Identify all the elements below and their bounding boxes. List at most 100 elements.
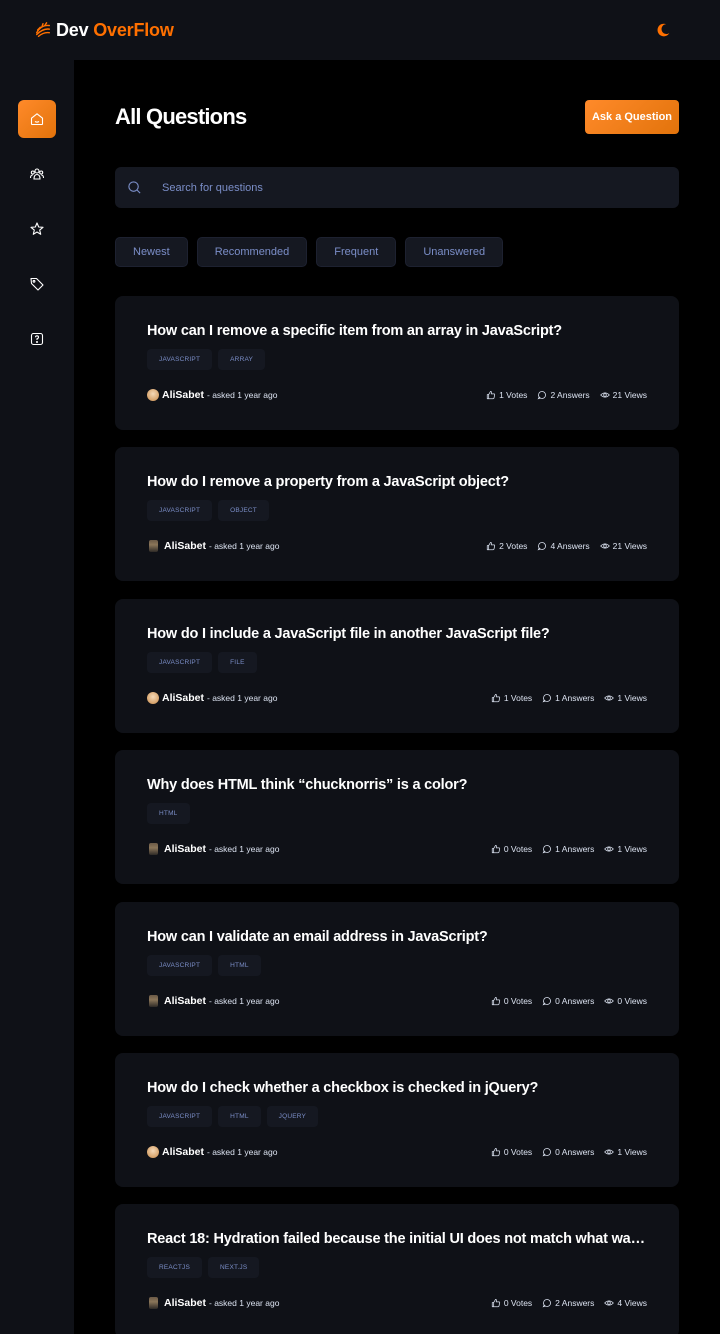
author-name[interactable]: AliSabet — [164, 995, 206, 1007]
author-name[interactable]: AliSabet — [164, 540, 206, 552]
author-name[interactable]: AliSabet — [162, 692, 204, 704]
tag-chip[interactable]: HTML — [218, 1105, 261, 1127]
ask-question-button[interactable]: Ask a Question — [585, 100, 679, 134]
question-title-link[interactable]: Why does HTML think “chucknorris” is a c… — [147, 777, 647, 793]
avatar[interactable] — [149, 843, 158, 856]
author-info: AliSabet - asked 1 year ago — [147, 994, 279, 1007]
page-title: All Questions — [115, 104, 247, 129]
author-info: AliSabet - asked 1 year ago — [147, 1145, 277, 1158]
sidebar-item-home[interactable] — [18, 100, 56, 138]
question-stats: 1 Votes 1 Answers 1 Views — [491, 693, 647, 703]
tag-chip[interactable]: JAVASCRIPT — [147, 651, 213, 673]
brand-link[interactable]: Dev OverFlow — [34, 20, 174, 41]
votes-count: 0 Votes — [503, 1298, 533, 1309]
views-stat: 21 Views — [599, 541, 647, 552]
tag-chip[interactable]: HTML — [218, 954, 261, 976]
votes-count: 2 Votes — [499, 541, 528, 552]
views-stat: 1 Views — [604, 1147, 647, 1157]
question-title-link[interactable]: React 18: Hydration failed because the i… — [147, 1231, 647, 1247]
votes-stat: 1 Votes — [491, 693, 532, 703]
tag-chip[interactable]: JAVASCRIPT — [147, 500, 213, 522]
top-navbar: Dev OverFlow — [0, 0, 720, 60]
eye-icon — [604, 1149, 615, 1155]
star-icon — [30, 222, 44, 235]
answers-count: 1 Answers — [555, 844, 595, 855]
tag-chip[interactable]: JQUERY — [266, 1105, 319, 1127]
tag-chip[interactable]: FILE — [218, 651, 257, 673]
message-icon — [542, 845, 552, 854]
views-count: 21 Views — [612, 541, 647, 552]
question-card: How do I remove a property from a JavaSc… — [115, 447, 679, 582]
moon-icon[interactable] — [654, 21, 672, 39]
tag-chip[interactable]: ARRAY — [218, 349, 266, 370]
sidebar-item-community[interactable] — [18, 155, 56, 193]
votes-count: 0 Votes — [503, 1146, 533, 1157]
avatar[interactable] — [147, 389, 159, 401]
asked-time: - asked 1 year ago — [209, 1298, 280, 1309]
avatar[interactable] — [147, 691, 159, 704]
question-title-link[interactable]: How can I remove a specific item from an… — [147, 323, 647, 339]
answers-stat: 4 Answers — [537, 541, 590, 552]
question-icon — [30, 332, 44, 346]
answers-count: 0 Answers — [555, 1146, 595, 1157]
question-card: How can I remove a specific item from an… — [115, 296, 679, 430]
votes-stat: 0 Votes — [491, 996, 532, 1006]
avatar[interactable] — [149, 994, 158, 1007]
tag-chip[interactable]: JAVASCRIPT — [147, 349, 213, 370]
answers-count: 0 Answers — [555, 995, 595, 1006]
question-title-link[interactable]: How can I validate an email address in J… — [147, 929, 647, 945]
community-icon — [29, 168, 45, 180]
page-header: All Questions Ask a Question — [115, 100, 679, 134]
sidebar-item-collections[interactable] — [18, 210, 56, 248]
eye-icon — [604, 846, 615, 852]
question-meta: AliSabet - asked 1 year ago 0 Votes 1 Answe… — [147, 843, 647, 856]
votes-stat: 0 Votes — [491, 844, 532, 854]
like-icon — [491, 1299, 500, 1308]
sidebar-item-ask-question[interactable] — [18, 320, 56, 358]
tag-chip[interactable]: OBJECT — [218, 500, 269, 522]
tag-chip[interactable]: NEXT.JS — [208, 1257, 260, 1279]
question-title-link[interactable]: How do I check whether a checkbox is che… — [147, 1080, 647, 1096]
filter-tabs: Newest Recommended Frequent Unanswered — [115, 237, 504, 267]
votes-count: 1 Votes — [499, 390, 528, 400]
answers-count: 2 Answers — [550, 390, 590, 400]
tag-chip[interactable]: JAVASCRIPT — [147, 954, 213, 976]
author-name[interactable]: AliSabet — [162, 1146, 204, 1158]
tag-chip[interactable]: HTML — [147, 803, 190, 825]
answers-count: 4 Answers — [550, 541, 590, 552]
question-stats: 0 Votes 1 Answers 1 Views — [491, 844, 647, 854]
question-stats: 2 Votes 4 Answers 21 Views — [486, 541, 647, 551]
question-title-link[interactable]: How do I include a JavaScript file in an… — [147, 626, 647, 642]
avatar[interactable] — [149, 1297, 158, 1310]
question-card: Why does HTML think “chucknorris” is a c… — [115, 750, 679, 885]
question-stats: 0 Votes 0 Answers 1 Views — [491, 1147, 647, 1157]
asked-time: - asked 1 year ago — [207, 692, 278, 703]
filter-unanswered-button[interactable]: Unanswered — [405, 237, 504, 267]
author-name[interactable]: AliSabet — [162, 389, 204, 401]
filter-frequent-button[interactable]: Frequent — [316, 237, 397, 267]
filter-newest-button[interactable]: Newest — [115, 237, 188, 267]
views-count: 1 Views — [617, 844, 647, 855]
author-name[interactable]: AliSabet — [164, 1297, 206, 1309]
question-meta: AliSabet - asked 1 year ago 0 Votes 2 Answe… — [147, 1297, 647, 1310]
search-icon — [128, 181, 141, 194]
search-bar — [115, 167, 679, 208]
question-title-link[interactable]: How do I remove a property from a JavaSc… — [147, 474, 647, 490]
question-tags: JAVASCRIPT HTML — [147, 954, 647, 976]
sidebar-item-tags[interactable] — [18, 265, 56, 303]
avatar[interactable] — [149, 540, 158, 553]
tag-icon — [30, 277, 44, 291]
tag-chip[interactable]: JAVASCRIPT — [147, 1105, 213, 1127]
views-stat: 4 Views — [604, 1298, 647, 1308]
answers-count: 2 Answers — [555, 1298, 595, 1309]
tag-chip[interactable]: REACTJS — [147, 1257, 203, 1279]
eye-icon — [604, 695, 615, 701]
author-name[interactable]: AliSabet — [164, 843, 206, 855]
answers-count: 1 Answers — [555, 692, 595, 703]
votes-stat: 2 Votes — [486, 541, 527, 551]
question-card: React 18: Hydration failed because the i… — [115, 1204, 679, 1334]
search-input[interactable] — [162, 181, 642, 194]
filter-recommended-button[interactable]: Recommended — [196, 237, 308, 267]
avatar[interactable] — [147, 1145, 159, 1158]
author-info: AliSabet - asked 1 year ago — [147, 691, 278, 704]
